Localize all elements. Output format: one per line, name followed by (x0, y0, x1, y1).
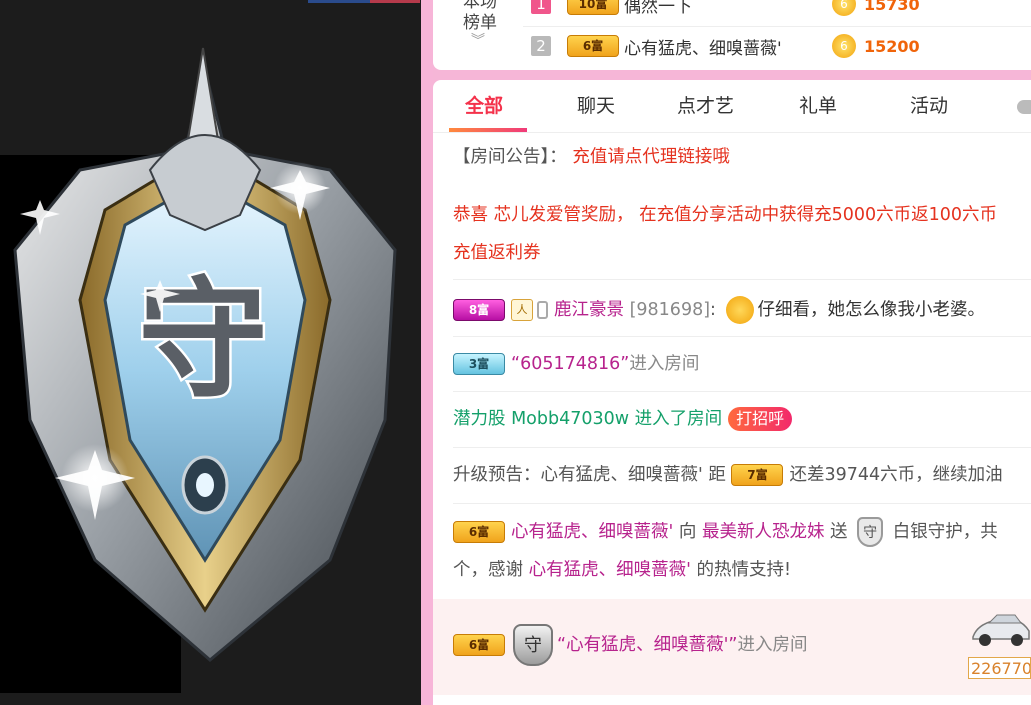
potential-message: 潜力股 Mobb47030w 进入了房间 打招呼 (453, 406, 1031, 432)
silver-guard-icon: 守 (857, 517, 884, 547)
tab-request[interactable]: 点才艺 (677, 92, 734, 122)
level-badge: 3富 (453, 353, 505, 375)
video-area[interactable]: 守 (0, 0, 421, 705)
divider-line (453, 447, 1031, 448)
gift-to: 向 (678, 522, 697, 542)
thanks-suffix: 的热情支持! (696, 560, 791, 580)
gift-target[interactable]: 最美新人恐龙妹 (702, 522, 825, 542)
level-badge: 7富 (731, 464, 784, 486)
chevron-down-icon[interactable]: ︾ (471, 30, 485, 50)
rank-number: 2 (531, 36, 551, 56)
enter-user[interactable]: “605174816” (511, 354, 629, 374)
rank-row[interactable]: 2 6富 心有猛虎、细嗅蔷薇' 6 15200 (531, 33, 1031, 59)
notice-label: 【房间公告】： (453, 147, 567, 167)
vip-user[interactable]: “心有猛虎、细嗅蔷薇'” (557, 635, 737, 655)
divider-line (453, 279, 1031, 280)
thanks-message: 个，感谢 心有猛虎、细嗅蔷薇' 的热情支持! (453, 557, 1031, 583)
coin-icon: 6 (832, 0, 856, 16)
rank-amount: 15730 (864, 0, 920, 14)
tab-gifts[interactable]: 礼单 (799, 92, 837, 122)
chat-message: 8富人 鹿江豪景 [981698]: 仔细看，她怎么像我小老婆。 (453, 293, 1031, 327)
room-notice: 【房间公告】： 充值请点代理链接哦 (453, 144, 1031, 170)
chat-text: 仔细看，她怎么像我小老婆。 (757, 300, 986, 320)
upgrade-suffix: 还差39744六币，继续加油 (789, 465, 1003, 485)
chat-user-id: [981698] (629, 300, 711, 320)
enter-text: 进入房间 (629, 354, 700, 374)
rank-title[interactable]: 本场 榜单 (457, 0, 503, 34)
user-icon: 人 (511, 299, 533, 321)
gift-send: 送 (830, 522, 848, 542)
guardian-shield-icon: 守 (13, 47, 397, 662)
chat-user[interactable]: 鹿江豪景 (554, 300, 624, 320)
divider (421, 0, 433, 705)
thanks-user[interactable]: 心有猛虎、细嗅蔷薇' (529, 560, 691, 580)
congrats-message: 恭喜 芯儿发爱管奖励， 在充值分享活动中获得充5000六币返100六币 (453, 205, 998, 225)
more-icon[interactable] (1017, 100, 1031, 114)
tab-chat[interactable]: 聊天 (577, 92, 615, 122)
congrats-message-cont: 充值返利券 (453, 243, 541, 263)
divider-line (453, 503, 1031, 504)
rank-list: 本场 榜单 ︾ 1 10富 偶然一下 6 15730 2 6富 心有猛虎、细嗅蔷薇… (433, 0, 1031, 70)
level-badge: 8富 (453, 299, 505, 321)
gift-user[interactable]: 心有猛虎、细嗅蔷薇' (511, 522, 673, 542)
upgrade-message: 升级预告：心有猛虎、细嗅蔷薇' 距 7富 还差39744六币，继续加油 (453, 462, 1031, 488)
thanks-prefix: 个，感谢 (453, 560, 523, 580)
vip-enter-message: 6富守 “心有猛虎、细嗅蔷薇'”进入房间 (453, 623, 1031, 667)
rank-level-badge: 10富 (567, 0, 619, 15)
coin-icon: 6 (832, 34, 856, 58)
chat-tabs: 全部 聊天 点才艺 礼单 活动 (433, 80, 1031, 133)
rank-user-name[interactable]: 偶然一下 (624, 0, 832, 17)
rank-row[interactable]: 1 10富 偶然一下 6 15730 (531, 0, 1031, 17)
greet-button[interactable]: 打招呼 (728, 407, 793, 431)
level-badge: 6富 (453, 521, 505, 543)
car-icon (972, 614, 1030, 646)
potential-text: 潜力股 Mobb47030w 进入了房间 (453, 409, 723, 429)
tab-activity[interactable]: 活动 (910, 92, 948, 122)
upgrade-prefix: 升级预告：心有猛虎、细嗅蔷薇' 距 (453, 465, 726, 485)
car-label: 226770 (968, 657, 1031, 679)
phone-icon (537, 301, 548, 319)
rank-level-badge: 6富 (567, 35, 619, 57)
rank-separator (523, 26, 1031, 27)
enter-message: 3富 “605174816”进入房间 (453, 351, 1031, 377)
vip-enter-text: 进入房间 (737, 635, 808, 655)
divider-line (453, 336, 1031, 337)
chat-panel: 全部 聊天 点才艺 礼单 活动 【房间公告】： 充值请点代理链接哦 恭喜 芯儿发… (433, 80, 1031, 705)
divider-line (453, 391, 1031, 392)
tab-active-indicator (449, 128, 527, 132)
gift-item: 白银守护，共 (892, 522, 998, 542)
notice-text: 充值请点代理链接哦 (572, 147, 730, 167)
guard-shield-icon: 守 (513, 624, 553, 666)
level-badge: 6富 (453, 634, 505, 656)
chat-colon: : (710, 300, 716, 320)
rank-number: 1 (531, 0, 551, 14)
rank-user-name[interactable]: 心有猛虎、细嗅蔷薇' (624, 34, 832, 59)
tab-all[interactable]: 全部 (465, 92, 503, 122)
emoji-icon (725, 296, 754, 324)
rank-amount: 15200 (864, 36, 920, 56)
gift-message: 6富 心有猛虎、细嗅蔷薇' 向 最美新人恐龙妹 送 守 白银守护，共 (453, 516, 1031, 548)
